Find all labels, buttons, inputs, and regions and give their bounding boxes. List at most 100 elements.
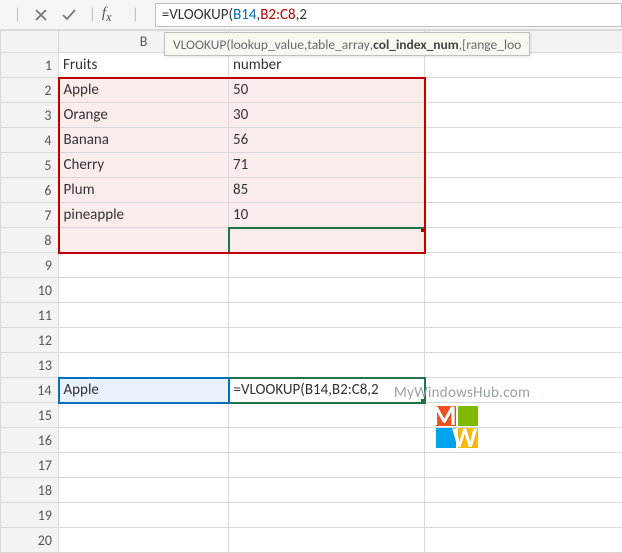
row-header[interactable]: 2 [1,78,59,103]
cell[interactable] [425,353,622,378]
cell[interactable] [229,453,425,478]
cell[interactable] [425,178,622,203]
insert-function-button[interactable]: fx [102,5,126,25]
cell[interactable] [229,253,425,278]
cell-b4[interactable]: Banana [59,128,229,153]
cell[interactable] [229,303,425,328]
row-header[interactable]: 13 [1,353,59,378]
tooltip-arg-range-lookup[interactable]: [range_loo [462,36,521,53]
cell[interactable] [229,328,425,353]
cell[interactable] [425,53,622,78]
row-header[interactable]: 7 [1,203,59,228]
cell[interactable] [425,78,622,103]
formula-input[interactable]: =VLOOKUP(B14,B2:C8,2 [155,3,622,27]
row-header[interactable]: 19 [1,503,59,528]
cell-c14-active[interactable]: =VLOOKUP(B14,B2:C8,2 [229,378,425,403]
table-row: 5 Cherry 71 [1,153,622,178]
cell[interactable] [229,353,425,378]
cell[interactable] [425,303,622,328]
cell-b8[interactable] [59,228,229,253]
cell[interactable] [229,503,425,528]
cell[interactable] [229,428,425,453]
cell[interactable] [425,278,622,303]
cell-c6[interactable]: 85 [229,178,425,203]
cell[interactable] [59,428,229,453]
cell[interactable] [425,103,622,128]
cell[interactable] [59,453,229,478]
cell[interactable] [425,478,622,503]
cell-c8[interactable] [229,228,425,253]
cell[interactable] [59,528,229,553]
cell[interactable] [425,253,622,278]
divider: | [14,6,21,24]
table-row: 9 [1,253,622,278]
cell-c2[interactable]: 50 [229,78,425,103]
row-header[interactable]: 8 [1,228,59,253]
cell-c1[interactable]: number [229,53,425,78]
cell[interactable] [425,403,622,428]
cell[interactable] [425,153,622,178]
cell-b6[interactable]: Plum [59,178,229,203]
divider: | [89,6,96,24]
row-header[interactable]: 3 [1,103,59,128]
cell[interactable] [59,403,229,428]
cell[interactable] [59,353,229,378]
cell[interactable] [425,128,622,153]
row-header[interactable]: 18 [1,478,59,503]
row-header[interactable]: 1 [1,53,59,78]
row-header[interactable]: 4 [1,128,59,153]
cell[interactable] [59,303,229,328]
row-header[interactable]: 11 [1,303,59,328]
cell[interactable] [229,528,425,553]
row-header[interactable]: 14 [1,378,59,403]
tooltip-arg-lookup-value[interactable]: lookup_value [230,36,304,53]
cell-b5[interactable]: Cherry [59,153,229,178]
x-icon [34,8,48,22]
row-header[interactable]: 12 [1,328,59,353]
row-header[interactable]: 5 [1,153,59,178]
fill-handle-icon[interactable] [421,399,425,403]
row-header[interactable]: 10 [1,278,59,303]
cell-b7[interactable]: pineapple [59,203,229,228]
select-all-corner[interactable] [1,31,59,53]
cell[interactable] [59,278,229,303]
cell[interactable] [425,428,622,453]
row-header[interactable]: 16 [1,428,59,453]
cell[interactable] [229,278,425,303]
row-header[interactable]: 20 [1,528,59,553]
cell[interactable] [425,453,622,478]
cell-b14[interactable]: Apple [59,378,229,403]
cell-c3[interactable]: 30 [229,103,425,128]
cell-b2[interactable]: Apple [59,78,229,103]
cell[interactable] [425,228,622,253]
cell-c5[interactable]: 71 [229,153,425,178]
cell-c7[interactable]: 10 [229,203,425,228]
cell-c4[interactable]: 56 [229,128,425,153]
cell[interactable] [59,503,229,528]
row-header[interactable]: 15 [1,403,59,428]
spreadsheet-grid[interactable]: B 1 Fruits number 2 Apple 50 3 Orange 30… [0,30,622,553]
row-header[interactable]: 6 [1,178,59,203]
tooltip-arg-col-index-num[interactable]: col_index_num [373,36,459,53]
row-header[interactable]: 17 [1,453,59,478]
table-row: 10 [1,278,622,303]
cancel-button[interactable] [27,3,55,27]
table-row: 15 [1,403,622,428]
cell[interactable] [229,478,425,503]
cell-b3[interactable]: Orange [59,103,229,128]
cell[interactable] [59,253,229,278]
cell[interactable] [59,328,229,353]
cell[interactable] [425,378,622,403]
cell[interactable] [229,403,425,428]
tooltip-arg-table-array[interactable]: table_array [307,36,369,53]
cell[interactable] [425,528,622,553]
enter-button[interactable] [55,3,83,27]
cell[interactable] [425,203,622,228]
cell[interactable] [425,328,622,353]
row-header[interactable]: 9 [1,253,59,278]
cell[interactable] [59,478,229,503]
formula-bar: | | fx | =VLOOKUP(B14,B2:C8,2 [0,0,622,30]
range-handle-icon[interactable] [421,228,425,232]
cell-b1[interactable]: Fruits [59,53,229,78]
cell[interactable] [425,503,622,528]
